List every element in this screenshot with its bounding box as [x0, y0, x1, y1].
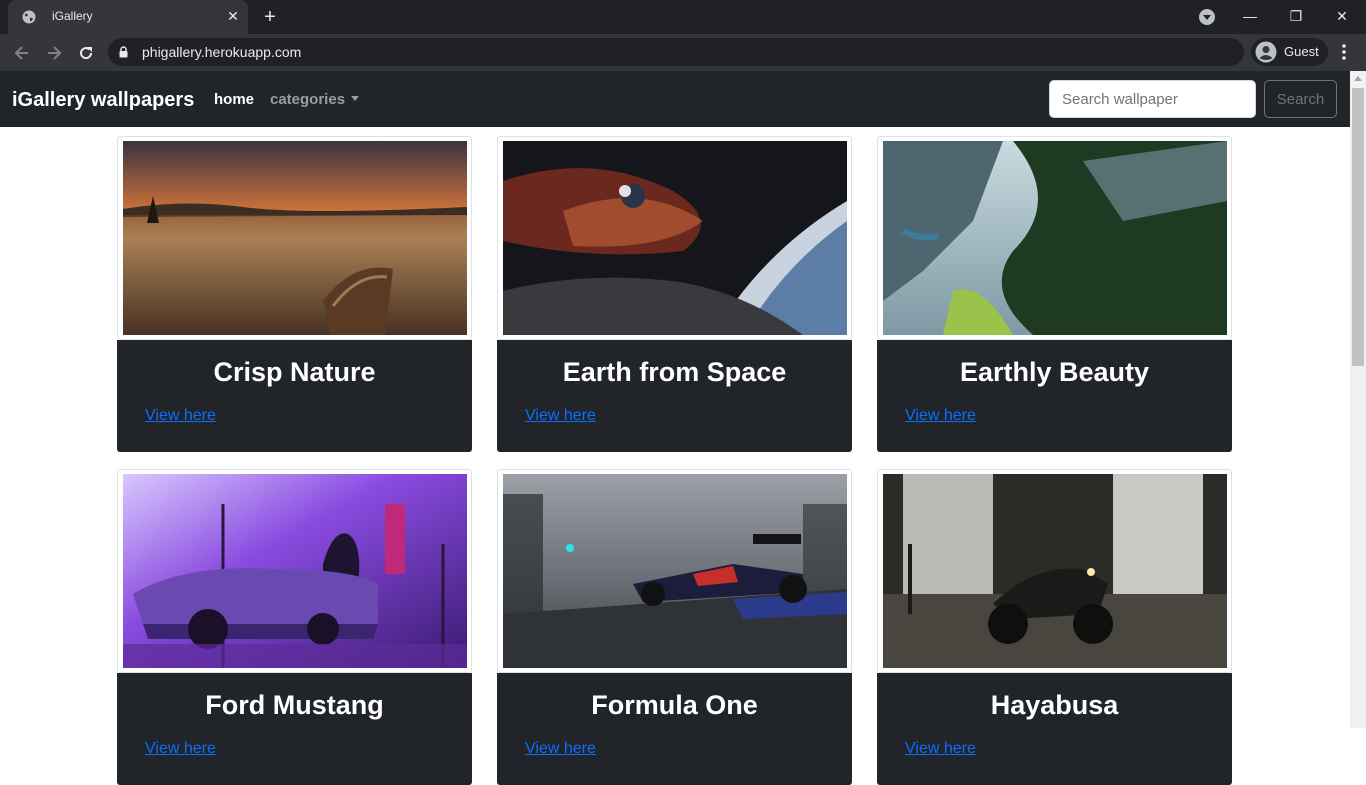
card-body: Hayabusa View here — [877, 673, 1232, 785]
tab-title: iGallery — [52, 9, 93, 23]
brand-logo[interactable]: iGallery wallpapers — [12, 89, 194, 112]
card-body: Earth from Space View here — [497, 340, 852, 452]
card-body: Earthly Beauty View here — [877, 340, 1232, 452]
browser-tab-strip: iGallery ✕ + — ❐ ✕ — [0, 0, 1366, 34]
address-bar[interactable]: phigallery.herokuapp.com — [108, 38, 1244, 66]
card-image-frame — [497, 469, 852, 673]
card-title: Crisp Nature — [213, 357, 376, 387]
search-button[interactable]: Search — [1264, 80, 1337, 118]
card-title: Earth from Space — [562, 357, 787, 387]
new-tab-button[interactable]: + — [259, 6, 281, 28]
card-body: Formula One View here — [497, 673, 852, 785]
scrollbar-thumb[interactable] — [1352, 88, 1364, 366]
view-here-link[interactable]: View here — [145, 740, 216, 758]
wallpaper-image — [503, 141, 847, 335]
view-here-link[interactable]: View here — [905, 740, 976, 758]
nav-categories-dropdown[interactable]: categories — [270, 91, 360, 108]
restore-icon[interactable]: ❐ — [1286, 6, 1306, 26]
window-close-icon[interactable]: ✕ — [1332, 6, 1352, 26]
wallpaper-image — [883, 141, 1227, 335]
card-body: Ford Mustang View here — [117, 673, 472, 785]
card-body: Crisp Nature View here — [117, 340, 472, 452]
wallpaper-image — [503, 474, 847, 668]
chevron-down-icon — [351, 96, 360, 101]
nav-categories-label: categories — [270, 91, 346, 108]
back-arrow-icon[interactable] — [12, 43, 32, 63]
view-here-link[interactable]: View here — [145, 407, 216, 425]
profile-name: Guest — [1284, 44, 1319, 59]
view-here-link[interactable]: View here — [525, 407, 596, 425]
page-scrollbar[interactable] — [1350, 71, 1366, 728]
forward-arrow-icon[interactable] — [44, 43, 64, 63]
card-title: Formula One — [591, 690, 758, 720]
card-image-frame — [497, 136, 852, 340]
lock-icon — [119, 46, 128, 58]
search-input[interactable] — [1049, 80, 1256, 118]
card-image-frame — [877, 469, 1232, 673]
wallpaper-image — [123, 141, 467, 335]
card-image-frame — [877, 136, 1232, 340]
card-image-frame — [117, 136, 472, 340]
profile-button[interactable]: Guest — [1251, 38, 1328, 66]
reload-icon[interactable] — [76, 43, 96, 63]
site-navbar: iGallery wallpapers home categories Sear… — [0, 71, 1350, 127]
view-here-link[interactable]: View here — [525, 740, 596, 758]
wallpaper-image — [883, 474, 1227, 668]
card-title: Earthly Beauty — [959, 357, 1150, 387]
card-title: Ford Mustang — [205, 690, 384, 720]
url-text: phigallery.herokuapp.com — [142, 44, 302, 60]
wallpaper-image — [123, 474, 467, 668]
card-title: Hayabusa — [990, 690, 1119, 720]
nav-home-link[interactable]: home — [214, 91, 254, 108]
minimize-icon[interactable]: — — [1240, 6, 1260, 26]
tab-search-icon[interactable] — [1199, 9, 1215, 25]
globe-icon — [22, 10, 36, 24]
avatar-icon — [1255, 41, 1277, 63]
tab-close-icon[interactable]: ✕ — [225, 8, 241, 24]
card-image-frame — [117, 469, 472, 673]
browser-tab[interactable]: iGallery ✕ — [8, 0, 248, 34]
scroll-up-icon[interactable] — [1354, 76, 1362, 81]
menu-kebab-icon[interactable] — [1336, 42, 1352, 62]
view-here-link[interactable]: View here — [905, 407, 976, 425]
